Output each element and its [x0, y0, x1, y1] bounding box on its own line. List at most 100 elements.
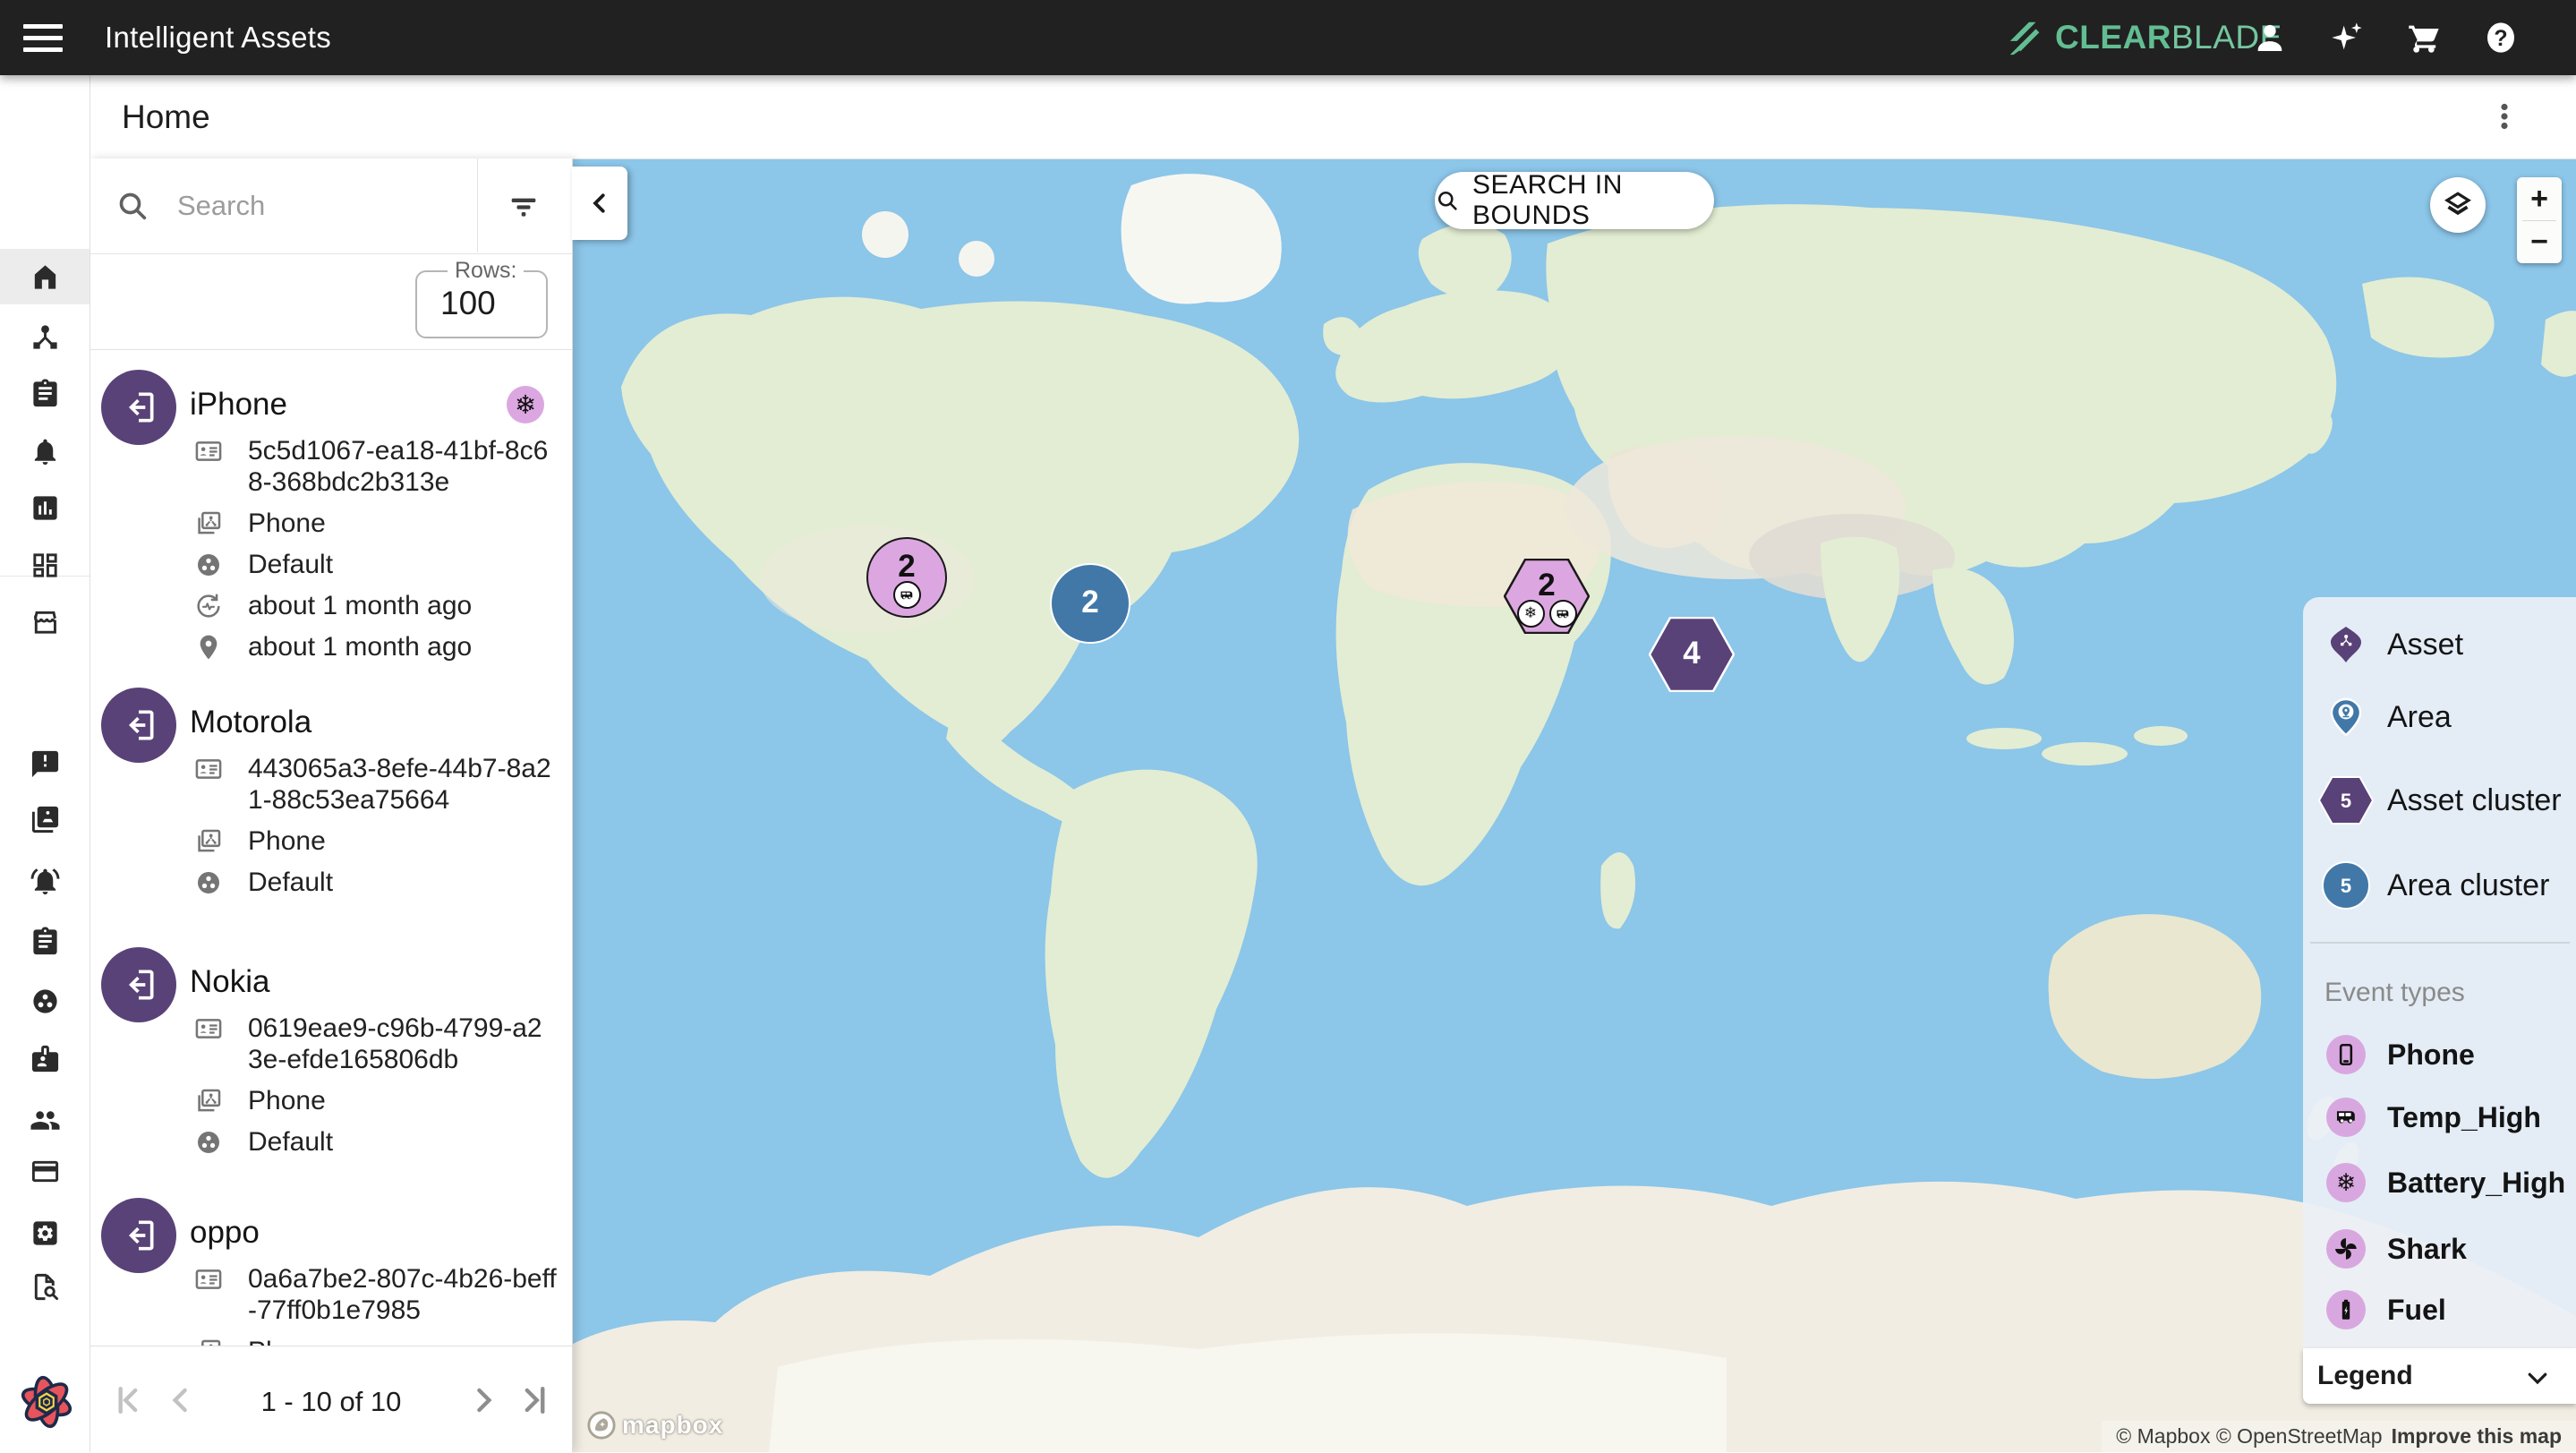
mapbox-wordmark: mapbox [622, 1411, 723, 1440]
sidebar-item-notifications[interactable] [0, 853, 90, 909]
exit-to-app-icon [119, 1216, 158, 1255]
asset-detail-row: Phone [194, 1085, 561, 1116]
asset-detail-text: 0a6a7be2-807c-4b26-beff-77ff0b1e7985 [248, 1263, 557, 1326]
snowflake-icon: ❄ [1524, 606, 1537, 621]
help-icon[interactable]: ? [2483, 20, 2519, 56]
sidebar-item-analytics[interactable] [0, 480, 90, 535]
sparkle-icon[interactable] [2329, 20, 2365, 56]
asset-detail-row: Phone [194, 508, 561, 539]
svg-text:?: ? [2494, 26, 2507, 51]
sidebar-item-feedback[interactable] [0, 736, 90, 791]
sidebar-item-badges[interactable] [0, 1030, 90, 1086]
filter-icon[interactable] [499, 182, 548, 230]
rows-label: Rows: [448, 258, 524, 284]
legend-event-label: Phone [2387, 1038, 2475, 1072]
sidebar-item-groups[interactable] [0, 973, 90, 1029]
mapbox-logo[interactable]: mapbox [586, 1410, 723, 1440]
asset-avatar[interactable] [101, 1198, 176, 1273]
asset-detail-row: 5c5d1067-ea18-41bf-8c68-368bdc2b313e [194, 435, 561, 498]
asset-name: iPhone [190, 387, 287, 423]
asset-cluster-marker[interactable]: 4 [1649, 617, 1735, 692]
asset-cluster-marker[interactable]: 2 [866, 536, 948, 619]
asset-avatar[interactable] [101, 688, 176, 763]
search-input[interactable] [175, 176, 465, 235]
fan-event-icon [2326, 1229, 2366, 1269]
asset-detail-text: 443065a3-8efe-44b7-8a21-88c53ea75664 [248, 753, 557, 816]
asset-avatar[interactable] [101, 947, 176, 1022]
badges-icon [30, 1043, 61, 1074]
assignments-icon [30, 926, 61, 957]
asset-cluster-marker[interactable]: 2❄ [1504, 559, 1590, 634]
sidebar-item-billing[interactable] [0, 1143, 90, 1199]
sidebar-item-image-types[interactable] [0, 791, 90, 847]
asset-detail-row: 0619eae9-c96b-4799-a23e-efde165806db [194, 1013, 561, 1075]
improve-map-link[interactable]: Improve this map [2392, 1424, 2562, 1449]
asset-detail-text: Phone [248, 508, 557, 539]
battery-event-icon [2326, 1290, 2366, 1329]
first-page-icon[interactable] [107, 1380, 147, 1420]
sidebar-item-alerts[interactable] [0, 423, 90, 479]
sidebar-item-audit[interactable] [0, 1259, 90, 1314]
map-layers-button[interactable] [2430, 177, 2486, 233]
next-page-icon[interactable] [464, 1380, 503, 1420]
battery-icon [2333, 1297, 2358, 1322]
billing-icon [30, 1156, 61, 1187]
legend-footer[interactable]: Legend [2303, 1348, 2576, 1404]
asset-detail-text: about 1 month ago [248, 631, 557, 662]
sidebar-item-rules[interactable] [0, 365, 90, 421]
sidebar-item-users[interactable] [0, 1092, 90, 1148]
search-in-bounds-button[interactable]: SEARCH IN BOUNDS [1435, 172, 1714, 229]
last-page-icon[interactable] [516, 1380, 555, 1420]
attribution-copyright[interactable]: © Mapbox © OpenStreetMap [2116, 1424, 2382, 1449]
asset-avatar[interactable] [101, 370, 176, 445]
collapse-panel-button[interactable] [572, 167, 627, 240]
snowflake-icon: ❄ [2336, 1171, 2357, 1195]
legend-event-phone: Phone [2303, 1032, 2576, 1077]
asset-detail-row: Default [194, 549, 561, 580]
map[interactable]: SEARCH IN BOUNDS + − 2 2 2❄ 4 mapbox © Mapb… [572, 158, 2576, 1452]
asset-pin-icon [2327, 625, 2365, 664]
rows-select[interactable]: Rows: 100 [415, 270, 548, 338]
menu-icon[interactable] [23, 18, 63, 57]
group-icon [194, 868, 223, 897]
asset-detail-row: 443065a3-8efe-44b7-8a21-88c53ea75664 [194, 753, 561, 816]
id-card-icon [194, 1265, 223, 1294]
asset-detail-text: 0619eae9-c96b-4799-a23e-efde165806db [248, 1013, 557, 1075]
groups-icon [30, 986, 61, 1017]
fan-icon [2333, 1236, 2358, 1261]
pin-icon [194, 633, 223, 662]
sidebar-item-home[interactable] [0, 249, 90, 304]
rows-bar: Rows: 100 [90, 253, 572, 350]
cluster-count: 2 [866, 549, 948, 585]
sidebar-item-settings[interactable] [0, 1205, 90, 1261]
sidebar-item-hierarchy[interactable] [0, 309, 90, 364]
alerts-icon [30, 436, 61, 467]
legend-event-temp_high: Temp_High [2303, 1095, 2576, 1140]
cart-icon[interactable] [2406, 20, 2442, 56]
clearblade-logo: CLEARBLADE [2005, 0, 2282, 75]
atom-flower-icon[interactable] [16, 1372, 77, 1432]
asset-details: 0a6a7be2-807c-4b26-beff-77ff0b1e7985 Phon… [194, 1263, 561, 1346]
rows-value: 100 [440, 285, 496, 322]
sidebar-item-dashboards[interactable] [0, 537, 90, 593]
asset-event-badge[interactable]: ❄ [507, 386, 544, 423]
update-icon [194, 592, 223, 620]
page-menu-icon[interactable] [2488, 100, 2521, 132]
zoom-out-button[interactable]: − [2517, 220, 2562, 263]
legend-item-asset-cluster: 5Asset cluster [2303, 774, 2576, 826]
sidebar-item-marketplace[interactable] [0, 594, 90, 649]
legend-footer-label: Legend [2317, 1361, 2413, 1391]
zoom-in-button[interactable]: + [2517, 177, 2562, 220]
account-icon[interactable] [2252, 20, 2288, 56]
pagination-bar: 1 - 10 of 10 [90, 1346, 572, 1453]
id-card-icon [194, 437, 223, 466]
image-type-icon [194, 827, 223, 856]
asset-detail-text: Phone [248, 1336, 557, 1346]
asset-detail-row: 0a6a7be2-807c-4b26-beff-77ff0b1e7985 [194, 1263, 561, 1326]
area-cluster-marker[interactable]: 2 [1049, 562, 1131, 645]
asset-name: oppo [190, 1215, 260, 1251]
asset-detail-text: Default [248, 867, 557, 898]
prev-page-icon[interactable] [161, 1380, 200, 1420]
sidebar-item-assignments[interactable] [0, 913, 90, 969]
image-type-icon [194, 509, 223, 538]
